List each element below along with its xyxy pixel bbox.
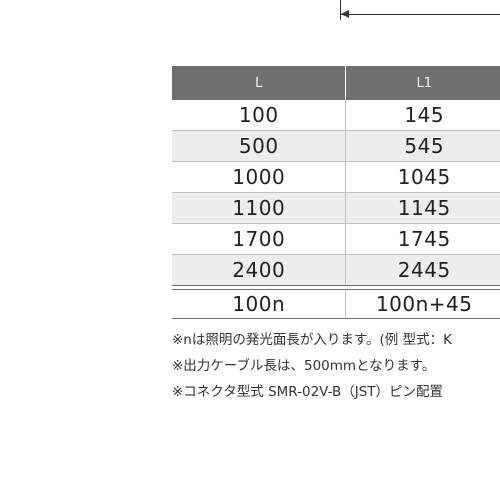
- cell-l1: 1745: [397, 227, 451, 251]
- cell-l1: 1145: [397, 196, 451, 220]
- formula-l1: 100n+45: [375, 292, 473, 316]
- page: L L1 100 145 500 545 1000 1045 1100 1145…: [0, 0, 500, 500]
- cell-l: 1100: [172, 193, 347, 223]
- formula-l: 100n: [172, 290, 347, 318]
- cell-l1: 1045: [397, 165, 451, 189]
- cell-l: 1700: [172, 224, 347, 254]
- dimension-table: L L1 100 145 500 545 1000 1045 1100 1145…: [172, 66, 500, 319]
- note-connector: ※コネクタ型式 SMR-02V-B（JST）ピン配置: [172, 384, 444, 400]
- cell-l: 2400: [172, 255, 347, 285]
- table-row: 100 145: [172, 100, 500, 131]
- cell-l: 1000: [172, 162, 347, 192]
- note-length: ※nは照明の発光面長が入ります。(例 型式：K: [172, 332, 452, 348]
- dimension-arrow-icon: [341, 10, 349, 18]
- cell-l: 500: [172, 131, 347, 161]
- table-row: 1000 1045: [172, 162, 500, 193]
- cell-l1: 145: [404, 103, 445, 127]
- table-row: 2400 2445: [172, 255, 500, 286]
- cell-l: 100: [172, 100, 347, 130]
- notes: ※nは照明の発光面長が入ります。(例 型式：K ※出力ケーブル長は、500mmと…: [172, 330, 500, 408]
- dimension-line: [340, 14, 500, 15]
- header-l1: L1: [416, 75, 432, 91]
- table-row: 500 545: [172, 131, 500, 162]
- formula-row: 100n 100n+45: [172, 289, 500, 319]
- cell-l1: 545: [404, 134, 445, 158]
- table-row: 1100 1145: [172, 193, 500, 224]
- header-l: L: [172, 66, 347, 100]
- table-row: 1700 1745: [172, 224, 500, 255]
- cell-l1: 2445: [397, 258, 451, 282]
- note-cable: ※出力ケーブル長は、500mmとなります。: [172, 358, 436, 374]
- table-header: L L1: [172, 66, 500, 100]
